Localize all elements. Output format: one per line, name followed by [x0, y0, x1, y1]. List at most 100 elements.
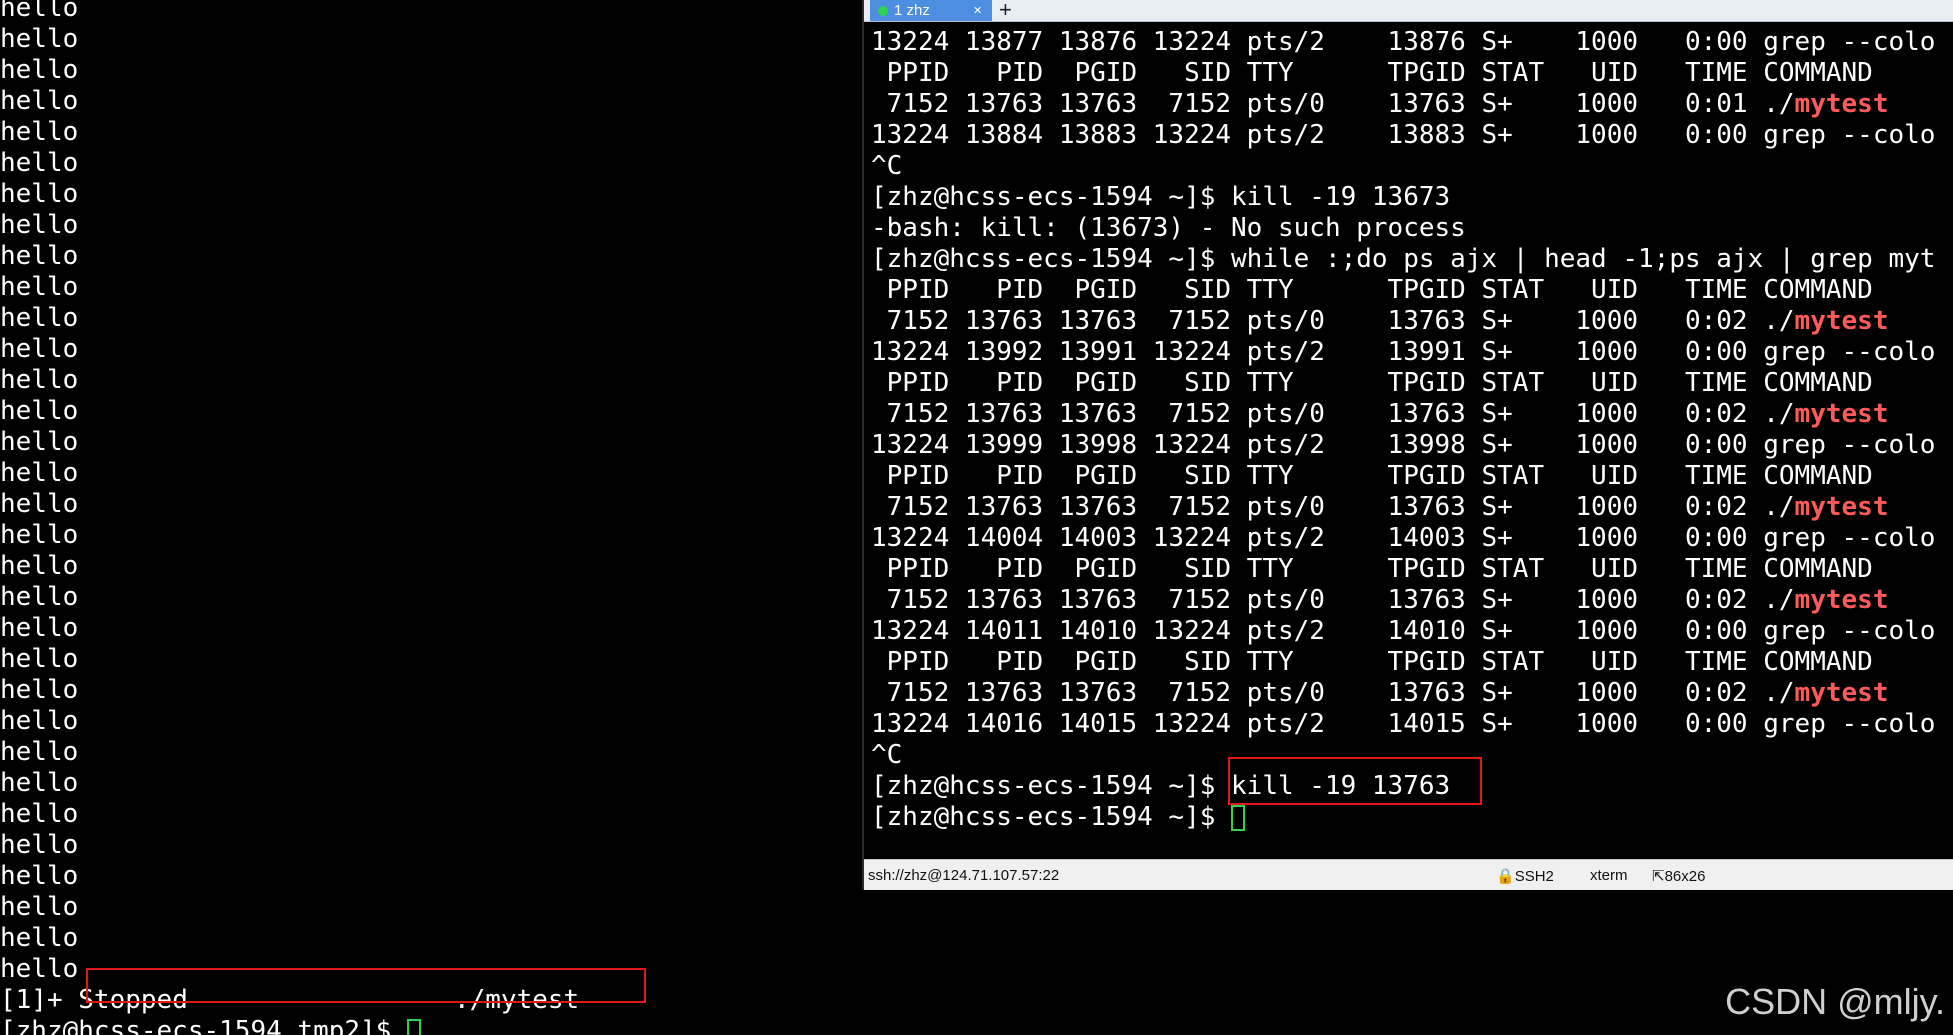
terminal-output-line: hello — [0, 458, 79, 488]
terminal-output-line: PPID PID PGID SID TTY TPGID STAT UID TIM… — [871, 368, 1953, 399]
terminal-output-line: 13224 13877 13876 13224 pts/2 13876 S+ 1… — [871, 27, 1953, 58]
line-text: [zhz@hcss-ecs-1594 ~]$ while :;do ps ajx… — [871, 244, 1936, 274]
protocol-status: 🔒SSH2 — [1496, 868, 1554, 885]
terminal-output-line: hello — [0, 675, 79, 705]
ssh-terminal-window: 1 zhz × + 13224 13877 13876 13224 pts/2 … — [862, 0, 1953, 890]
terminal-output-line: -bash: kill: (13673) - No such process — [871, 213, 1953, 244]
terminal-output-line: hello — [0, 427, 79, 457]
add-tab-icon[interactable]: + — [999, 0, 1012, 23]
cursor[interactable] — [407, 1019, 421, 1035]
watermark: CSDN @mljy. — [1725, 981, 1945, 1022]
grep-match-highlight: mytest — [1794, 492, 1889, 522]
job-id: [1]+ — [0, 985, 79, 1015]
close-icon[interactable]: × — [973, 2, 982, 19]
terminal-output-line: hello — [0, 551, 79, 581]
terminal-output-line: hello — [0, 830, 79, 860]
terminal-output-line: 7152 13763 13763 7152 pts/0 13763 S+ 100… — [871, 399, 1953, 430]
terminal-output-line: hello — [0, 861, 79, 891]
terminal-output-line: hello — [0, 706, 79, 736]
terminal-output-line: PPID PID PGID SID TTY TPGID STAT UID TIM… — [871, 58, 1953, 89]
terminal-output-line: [zhz@hcss-ecs-1594 ~]$ — [871, 802, 1953, 833]
terminal-output-line: PPID PID PGID SID TTY TPGID STAT UID TIM… — [871, 647, 1953, 678]
terminal-output-line: hello — [0, 737, 79, 767]
terminal-output-line: hello — [0, 768, 79, 798]
terminal-output-line: 13224 13992 13991 13224 pts/2 13991 S+ 1… — [871, 337, 1953, 368]
line-text: 7152 13763 13763 7152 pts/0 13763 S+ 100… — [871, 585, 1795, 615]
grep-match-highlight: mytest — [1794, 89, 1889, 119]
line-text: 7152 13763 13763 7152 pts/0 13763 S+ 100… — [871, 399, 1795, 429]
left-terminal[interactable]: hello hello hello hello hello hello hello hello… — [0, 0, 860, 1035]
terminal-output-line: hello — [0, 0, 79, 23]
status-bar: ssh://zhz@124.71.107.57:22 🔒SSH2 xterm ⇱… — [864, 859, 1953, 890]
line-text: 13224 13992 13991 13224 pts/2 13991 S+ 1… — [871, 337, 1936, 367]
terminal-output-line: 7152 13763 13763 7152 pts/0 13763 S+ 100… — [871, 678, 1953, 709]
terminal-output-line: ^C — [871, 740, 1953, 771]
tab-bar: 1 zhz × + — [864, 0, 1953, 22]
line-text: PPID PID PGID SID TTY TPGID STAT UID TIM… — [871, 275, 1873, 305]
terminal-output-line: hello — [0, 148, 79, 178]
job-status-line: [1]+ Stopped ./mytest — [0, 985, 860, 1016]
terminal-output-line: hello — [0, 799, 79, 829]
terminal-output-line: ^C — [871, 151, 1953, 182]
tab-session[interactable]: 1 zhz × — [870, 0, 992, 21]
line-text: 13224 14016 14015 13224 pts/2 14015 S+ 1… — [871, 709, 1936, 739]
terminal-output-line: 7152 13763 13763 7152 pts/0 13763 S+ 100… — [871, 89, 1953, 120]
line-text: 7152 13763 13763 7152 pts/0 13763 S+ 100… — [871, 306, 1795, 336]
terminal-output-line: hello — [0, 117, 79, 147]
connected-status-icon — [878, 5, 888, 16]
terminal-output-line: hello — [0, 24, 79, 54]
line-text: 13224 14011 14010 13224 pts/2 14010 S+ 1… — [871, 616, 1936, 646]
line-text: 7152 13763 13763 7152 pts/0 13763 S+ 100… — [871, 492, 1795, 522]
line-text: ^C — [871, 740, 903, 770]
terminal-output-line: PPID PID PGID SID TTY TPGID STAT UID TIM… — [871, 275, 1953, 306]
lock-icon: 🔒 — [1496, 868, 1515, 885]
shell-prompt: [zhz@hcss-ecs-1594 tmp2]$ — [0, 1016, 407, 1035]
grep-match-highlight: mytest — [1794, 306, 1889, 336]
terminal-output-line: hello — [0, 923, 79, 953]
terminal-output-line: hello — [0, 954, 79, 984]
terminal-output-line: 7152 13763 13763 7152 pts/0 13763 S+ 100… — [871, 306, 1953, 337]
terminal-output-line: 7152 13763 13763 7152 pts/0 13763 S+ 100… — [871, 585, 1953, 616]
line-text: 13224 13999 13998 13224 pts/2 13998 S+ 1… — [871, 430, 1936, 460]
terminal-output-line: hello — [0, 582, 79, 612]
line-text: ^C — [871, 151, 903, 181]
line-text: PPID PID PGID SID TTY TPGID STAT UID TIM… — [871, 647, 1873, 677]
terminal-output-line: hello — [0, 210, 79, 240]
terminal-output-line: hello — [0, 272, 79, 302]
line-text: 13224 13884 13883 13224 pts/2 13883 S+ 1… — [871, 120, 1936, 150]
cursor[interactable] — [1231, 805, 1246, 831]
terminal-output-line: hello — [0, 55, 79, 85]
right-terminal[interactable]: 13224 13877 13876 13224 pts/2 13876 S+ 1… — [871, 27, 1953, 857]
terminal-output-line: hello — [0, 396, 79, 426]
terminal-output-line: hello — [0, 644, 79, 674]
line-text: 13224 14004 14003 13224 pts/2 14003 S+ 1… — [871, 523, 1936, 553]
line-text: 7152 13763 13763 7152 pts/0 13763 S+ 100… — [871, 678, 1795, 708]
terminal-output-line: [zhz@hcss-ecs-1594 ~]$ kill -19 13673 — [871, 182, 1953, 213]
line-text: 7152 13763 13763 7152 pts/0 13763 S+ 100… — [871, 89, 1795, 119]
resize-icon: ⇱ — [1652, 868, 1665, 885]
job-stopped-text: Stopped ./mytest — [78, 985, 580, 1015]
terminal-output-line: hello — [0, 613, 79, 643]
line-text: [zhz@hcss-ecs-1594 ~]$ kill -19 13763 — [871, 771, 1451, 801]
line-text: -bash: kill: (13673) - No such process — [871, 213, 1466, 243]
grep-match-highlight: mytest — [1794, 678, 1889, 708]
line-text: PPID PID PGID SID TTY TPGID STAT UID TIM… — [871, 58, 1873, 88]
terminal-output-line: hello — [0, 489, 79, 519]
line-text: PPID PID PGID SID TTY TPGID STAT UID TIM… — [871, 368, 1873, 398]
terminal-output-line: hello — [0, 334, 79, 364]
terminal-output-line: 13224 13884 13883 13224 pts/2 13883 S+ 1… — [871, 120, 1953, 151]
line-text: PPID PID PGID SID TTY TPGID STAT UID TIM… — [871, 554, 1873, 584]
terminal-output-line: hello — [0, 179, 79, 209]
connection-string: ssh://zhz@124.71.107.57:22 — [868, 867, 1060, 884]
terminal-output-line: PPID PID PGID SID TTY TPGID STAT UID TIM… — [871, 461, 1953, 492]
terminal-output-line: 13224 14011 14010 13224 pts/2 14010 S+ 1… — [871, 616, 1953, 647]
line-text: PPID PID PGID SID TTY TPGID STAT UID TIM… — [871, 461, 1873, 491]
line-text: [zhz@hcss-ecs-1594 ~]$ — [871, 802, 1232, 832]
terminal-size: ⇱86x26 — [1652, 868, 1706, 885]
terminal-output-line: hello — [0, 365, 79, 395]
grep-match-highlight: mytest — [1794, 585, 1889, 615]
terminal-output-line: hello — [0, 303, 79, 333]
prompt-line: [zhz@hcss-ecs-1594 tmp2]$ — [0, 1016, 860, 1035]
terminal-output-line: 13224 14016 14015 13224 pts/2 14015 S+ 1… — [871, 709, 1953, 740]
terminal-output-line: PPID PID PGID SID TTY TPGID STAT UID TIM… — [871, 554, 1953, 585]
